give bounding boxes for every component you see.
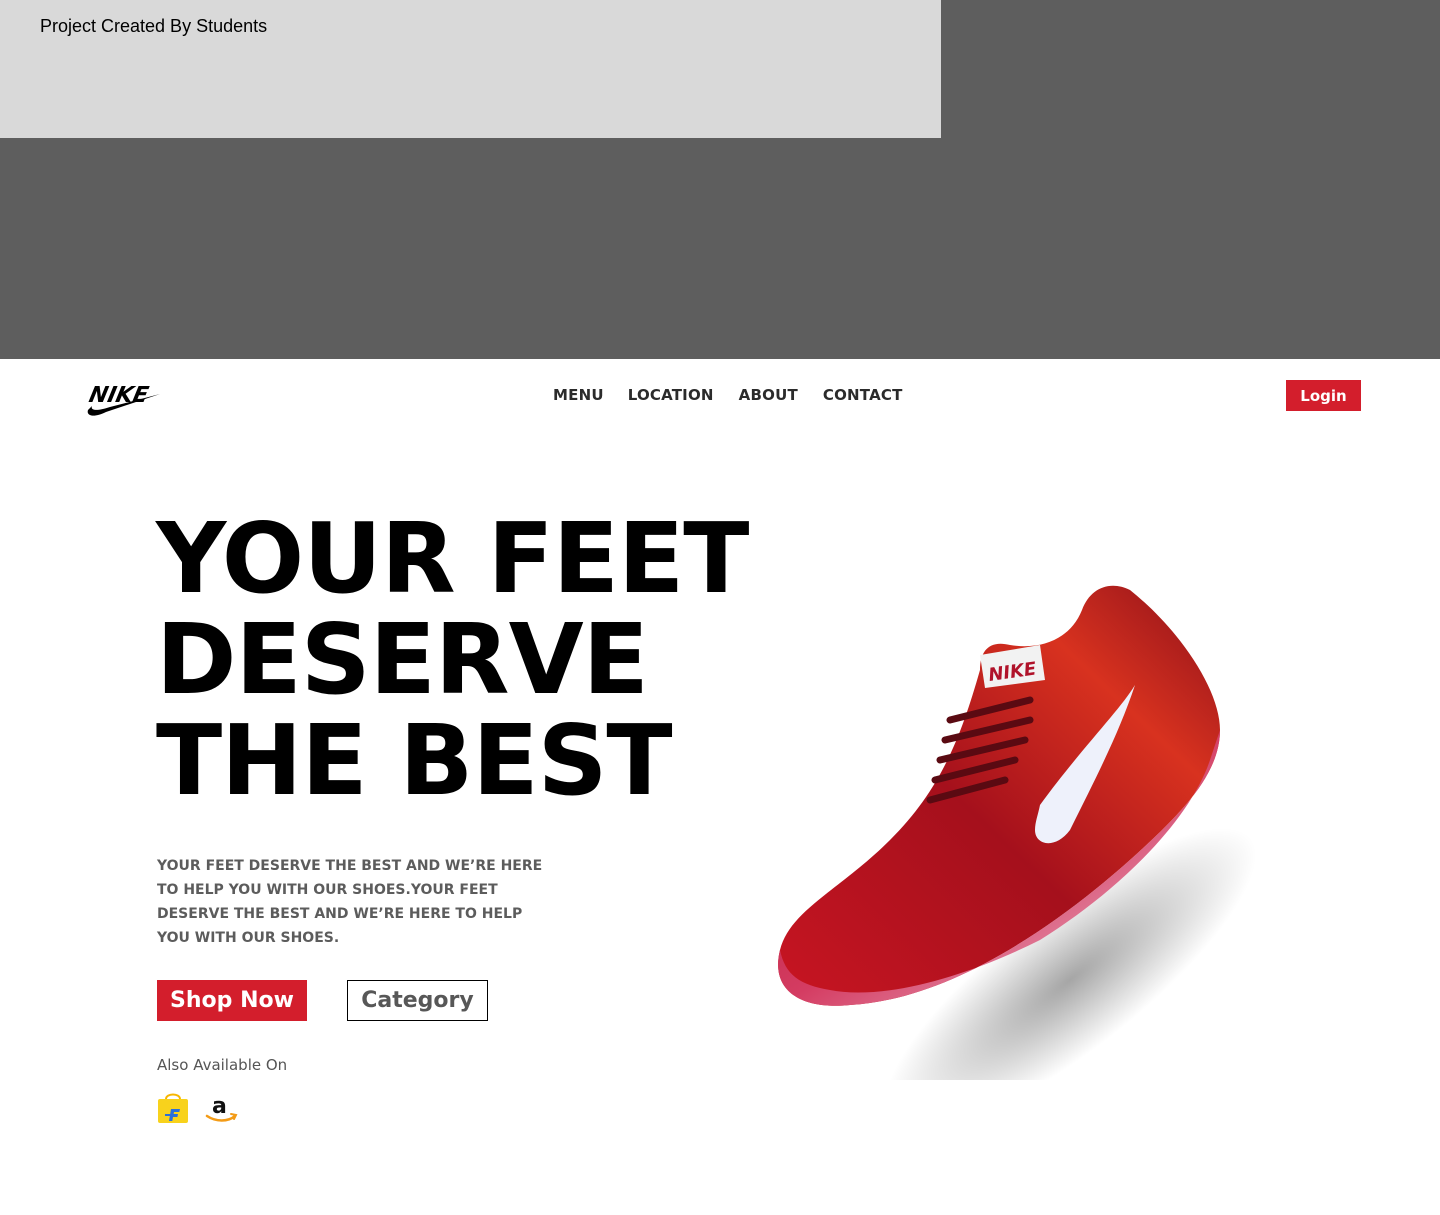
banner-text: Project Created By Students: [40, 16, 268, 36]
shop-now-button[interactable]: Shop Now: [157, 980, 307, 1021]
main-nav: MENU LOCATION ABOUT CONTACT: [553, 386, 903, 404]
hero-title-line-2: DESERVE: [156, 603, 649, 716]
banner-panel: Project Created By Students: [0, 0, 941, 138]
nav-menu[interactable]: MENU: [553, 386, 604, 404]
category-button[interactable]: Category: [347, 980, 488, 1021]
hero-title: YOUR FEET DESERVE THE BEST: [156, 508, 776, 811]
nike-logo-text: NIKE: [87, 382, 151, 408]
top-banner: Project Created By Students: [0, 0, 1440, 359]
nav-about[interactable]: ABOUT: [739, 386, 798, 404]
login-button[interactable]: Login: [1286, 380, 1361, 411]
nike-logo[interactable]: NIKE: [84, 374, 164, 418]
also-available-label: Also Available On: [157, 1056, 288, 1074]
navbar: NIKE MENU LOCATION ABOUT CONTACT Login: [0, 359, 1440, 431]
hero-description: YOUR FEET DESERVE THE BEST AND WE’RE HER…: [157, 858, 543, 946]
flipkart-icon[interactable]: [156, 1091, 190, 1125]
amazon-icon[interactable]: a: [204, 1091, 238, 1125]
svg-text:a: a: [212, 1094, 227, 1119]
hero-title-line-3: THE BEST: [156, 704, 673, 817]
hero-title-line-1: YOUR FEET: [156, 502, 749, 615]
nav-location[interactable]: LOCATION: [628, 386, 714, 404]
nav-contact[interactable]: CONTACT: [823, 386, 903, 404]
red-running-shoe-image: NIKE: [778, 585, 1257, 1080]
